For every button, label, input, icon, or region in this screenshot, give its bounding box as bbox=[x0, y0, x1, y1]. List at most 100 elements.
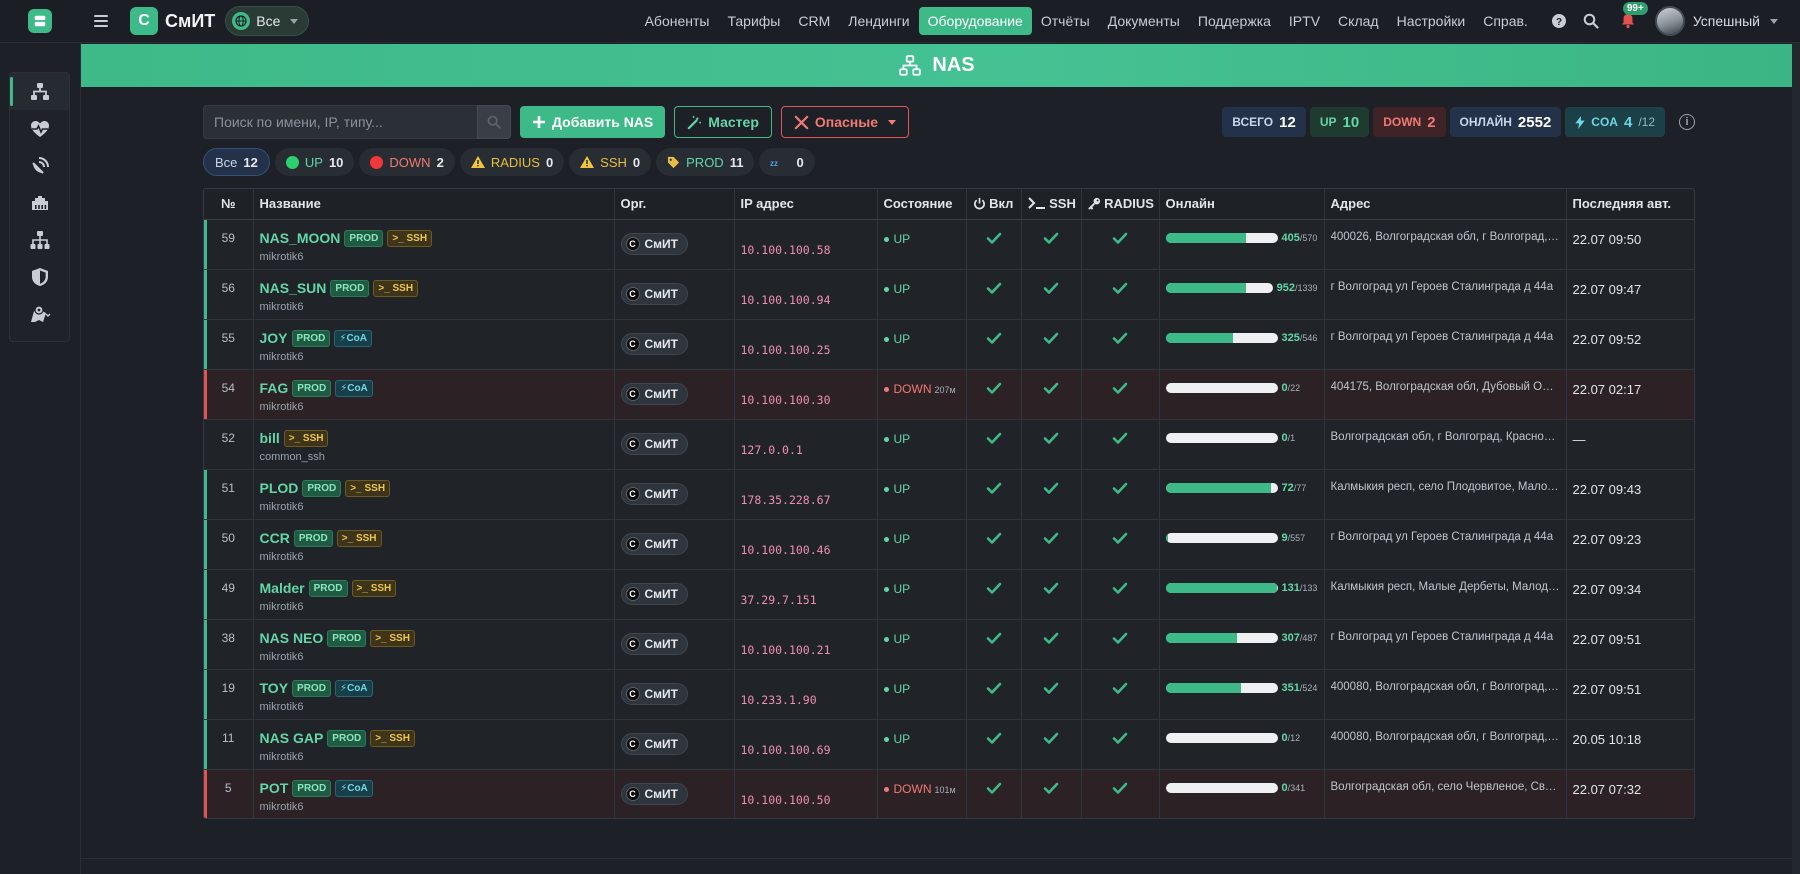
org-badge[interactable]: С СмИТ bbox=[620, 732, 688, 755]
nav-item-iptv[interactable]: IPTV bbox=[1280, 7, 1329, 35]
nas-name-link[interactable]: POT bbox=[260, 780, 289, 796]
col-ip[interactable]: IP адрес bbox=[734, 189, 878, 220]
sidebar-item-nas[interactable] bbox=[10, 73, 69, 110]
table-row[interactable]: 5 POT PROD ⚡CoA mikrotik6 С СмИТ 10.100.100… bbox=[204, 769, 1694, 818]
avatar[interactable] bbox=[1654, 6, 1685, 36]
table-row[interactable]: 38 NAS NEO PROD >_ SSH mikrotik6 С СмИТ 10.… bbox=[204, 619, 1694, 670]
table-row[interactable]: 52 bill >_ SSH common_ssh С СмИТ 127.0.0.1… bbox=[204, 419, 1694, 470]
row-enabled-cell bbox=[966, 719, 1022, 770]
row-org-cell: С СмИТ bbox=[614, 619, 735, 670]
nas-name-link[interactable]: CCR bbox=[260, 530, 290, 546]
table-row[interactable]: 50 CCR PROD >_ SSH mikrotik6 С СмИТ 10.100.… bbox=[204, 519, 1694, 570]
nav-item-warehouse[interactable]: Склад bbox=[1329, 7, 1388, 35]
sidebar-item-security[interactable] bbox=[10, 258, 69, 295]
sidebar-item-ports[interactable] bbox=[10, 184, 69, 221]
filter-prod[interactable]: PROD 11 bbox=[656, 148, 755, 176]
table-row[interactable]: 49 Malder PROD >_ SSH mikrotik6 С СмИТ 37.2… bbox=[204, 569, 1694, 620]
nav-item-equipment[interactable]: Оборудование bbox=[918, 7, 1032, 35]
filter-all[interactable]: Все 12 bbox=[203, 148, 270, 176]
chevron-down-icon[interactable] bbox=[1770, 18, 1778, 24]
info-icon[interactable]: i bbox=[1679, 114, 1695, 130]
nav-item-landings[interactable]: Лендинги bbox=[839, 7, 918, 35]
wizard-button[interactable]: Мастер bbox=[674, 106, 772, 138]
org-badge[interactable]: С СмИТ bbox=[620, 782, 688, 805]
nav-item-documents[interactable]: Документы bbox=[1099, 7, 1189, 35]
org-badge[interactable]: С СмИТ bbox=[620, 382, 688, 405]
sidebar-item-monitoring[interactable] bbox=[10, 110, 69, 147]
filter-zz[interactable]: zz 0 bbox=[759, 148, 815, 176]
table-row[interactable]: 19 TOY PROD ⚡CoA mikrotik6 С СмИТ 10.233.1.… bbox=[204, 669, 1694, 720]
nas-name-link[interactable]: NAS_SUN bbox=[260, 280, 327, 296]
nas-name-link[interactable]: JOY bbox=[260, 330, 288, 346]
table-row[interactable]: 54 FAG PROD ⚡CoA mikrotik6 С СмИТ 10.100.10… bbox=[204, 369, 1694, 420]
org-badge[interactable]: С СмИТ bbox=[620, 232, 688, 255]
nas-name-link[interactable]: NAS NEO bbox=[260, 630, 324, 646]
org-badge[interactable]: С СмИТ bbox=[620, 582, 688, 605]
col-radius[interactable]: RADIUS bbox=[1081, 189, 1160, 220]
table-row[interactable]: 55 JOY PROD ⚡CoA mikrotik6 С СмИТ 10.100.10… bbox=[204, 319, 1694, 370]
sidebar-item-topology[interactable] bbox=[10, 221, 69, 258]
status-badge: UP bbox=[883, 330, 960, 346]
col-state[interactable]: Состояние bbox=[877, 189, 967, 220]
sidebar-item-wireless[interactable] bbox=[10, 147, 69, 184]
table-row[interactable]: 51 PLOD PROD >_ SSH mikrotik6 С СмИТ 178.35… bbox=[204, 469, 1694, 520]
org-badge[interactable]: С СмИТ bbox=[620, 682, 688, 705]
sidebar-item-map[interactable] bbox=[10, 295, 69, 332]
org-badge[interactable]: С СмИТ bbox=[620, 632, 688, 655]
search-input[interactable] bbox=[203, 105, 477, 139]
nas-name-link[interactable]: NAS GAP bbox=[260, 730, 324, 746]
org-badge[interactable]: С СмИТ bbox=[620, 532, 688, 555]
org-logo-icon: С bbox=[625, 636, 640, 651]
nav-item-reports[interactable]: Отчёты bbox=[1032, 7, 1099, 35]
org-badge[interactable]: С СмИТ bbox=[620, 282, 688, 305]
nas-name-link[interactable]: Malder bbox=[260, 580, 305, 596]
scope-selector[interactable]: Все bbox=[225, 6, 310, 36]
nas-name-link[interactable]: FAG bbox=[260, 380, 289, 396]
user-name[interactable]: Успешный bbox=[1693, 13, 1760, 29]
col-last[interactable]: Последняя авт. bbox=[1566, 189, 1694, 220]
search-icon[interactable] bbox=[1581, 11, 1601, 31]
org-badge[interactable]: С СмИТ bbox=[620, 482, 688, 505]
filter-ssh[interactable]: SSH 0 bbox=[569, 148, 652, 176]
col-org[interactable]: Орг. bbox=[614, 189, 735, 220]
filter-down[interactable]: DOWN 2 bbox=[359, 148, 455, 176]
app-logo[interactable] bbox=[0, 0, 80, 43]
online-progress-bar bbox=[1165, 482, 1278, 493]
col-on[interactable]: Вкл bbox=[966, 189, 1022, 220]
table-row[interactable]: 59 NAS_MOON PROD >_ SSH mikrotik6 С СмИТ 10… bbox=[204, 219, 1694, 270]
add-nas-button[interactable]: Добавить NAS bbox=[520, 106, 666, 138]
nav-item-tariffs[interactable]: Тарифы bbox=[718, 7, 789, 35]
nav-item-support[interactable]: Поддержка bbox=[1189, 7, 1280, 35]
nav-item-settings[interactable]: Настройки bbox=[1388, 7, 1475, 35]
nas-name-link[interactable]: NAS_MOON bbox=[260, 230, 341, 246]
nav-item-crm[interactable]: CRM bbox=[789, 7, 839, 35]
filter-radius[interactable]: RADIUS 0 bbox=[459, 148, 565, 176]
row-name-cell: POT PROD ⚡CoA mikrotik6 bbox=[253, 769, 615, 818]
help-icon[interactable]: ? bbox=[1549, 11, 1569, 31]
nas-name-link[interactable]: bill bbox=[260, 430, 280, 446]
brand[interactable]: С СмИТ bbox=[130, 7, 215, 35]
col-name[interactable]: Название bbox=[253, 189, 615, 220]
search-button[interactable] bbox=[477, 105, 511, 139]
page-scrollbar[interactable] bbox=[1792, 43, 1800, 874]
table-row[interactable]: 11 NAS GAP PROD >_ SSH mikrotik6 С СмИТ 10.… bbox=[204, 719, 1694, 770]
nav-item-reference[interactable]: Справ. bbox=[1474, 7, 1537, 35]
table-row[interactable]: 56 NAS_SUN PROD >_ SSH mikrotik6 С СмИТ 10.… bbox=[204, 269, 1694, 320]
org-badge[interactable]: С СмИТ bbox=[620, 332, 688, 355]
danger-menu-button[interactable]: Опасные bbox=[780, 106, 909, 138]
ssh-tag: >_ SSH bbox=[370, 729, 415, 747]
col-ssh[interactable]: SSH bbox=[1021, 189, 1082, 220]
filter-up[interactable]: UP 10 bbox=[274, 148, 355, 176]
nav-item-subscribers[interactable]: Абоненты bbox=[636, 7, 719, 35]
notifications-button[interactable]: 99+ bbox=[1613, 2, 1648, 36]
col-online[interactable]: Онлайн bbox=[1159, 189, 1325, 220]
col-address[interactable]: Адрес bbox=[1324, 189, 1567, 220]
nas-name-link[interactable]: PLOD bbox=[260, 480, 299, 496]
terminal-icon: >_ bbox=[341, 532, 356, 544]
nas-name-link[interactable]: TOY bbox=[260, 680, 289, 696]
menu-toggle-icon[interactable] bbox=[94, 10, 116, 32]
danger-label: Опасные bbox=[814, 114, 878, 130]
org-badge[interactable]: С СмИТ bbox=[620, 432, 688, 455]
col-num[interactable]: № bbox=[204, 189, 254, 220]
nas-type: mikrotik6 bbox=[259, 350, 304, 363]
